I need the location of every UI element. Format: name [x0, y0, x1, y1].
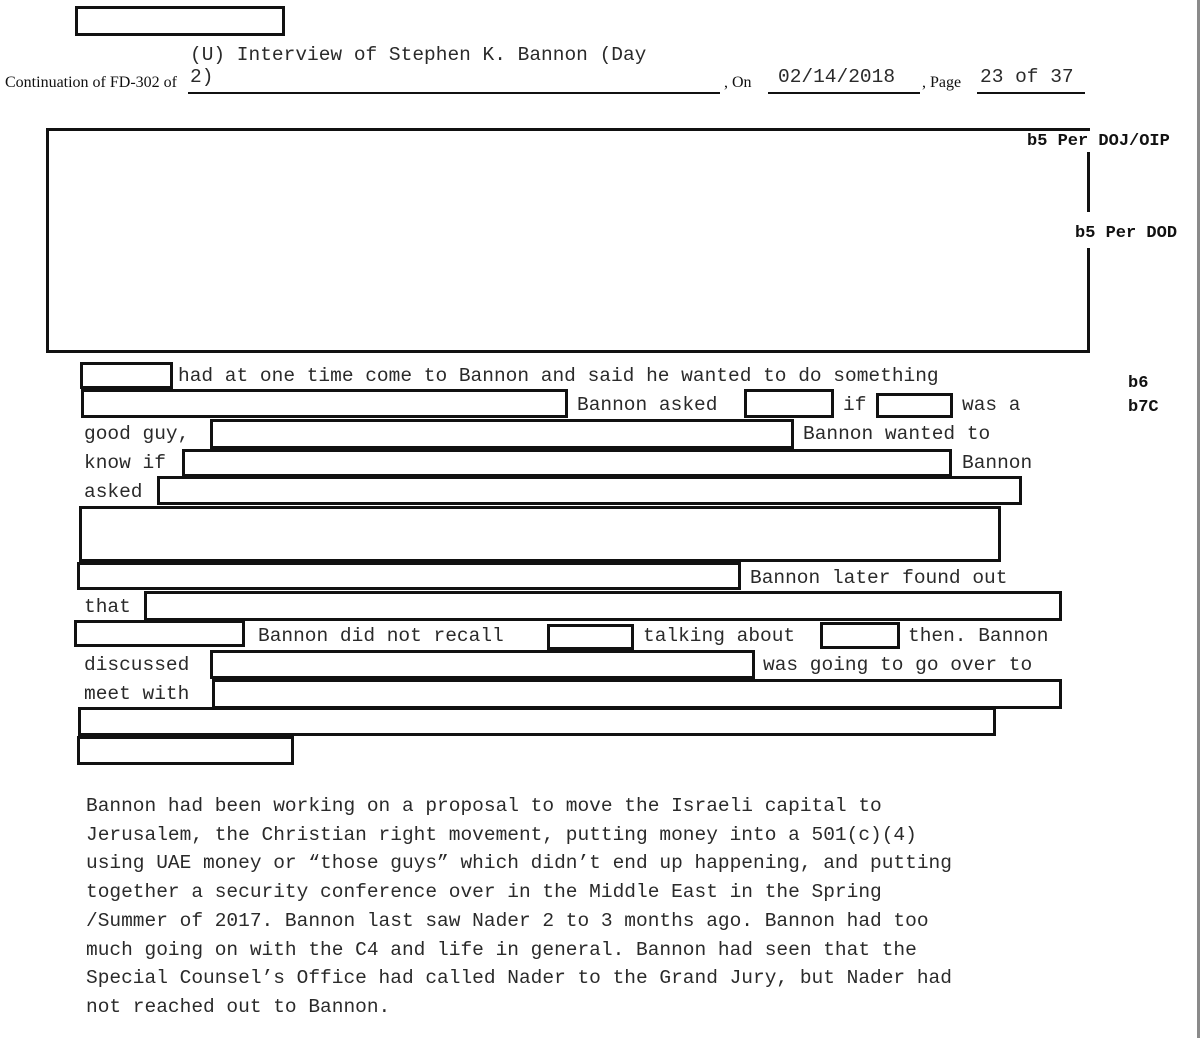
- redaction-box: [182, 449, 952, 477]
- redaction-box: [157, 476, 1022, 505]
- redaction-box: [547, 624, 634, 650]
- redaction-box: [78, 707, 996, 736]
- redaction-box: [210, 419, 794, 449]
- redaction-box: [876, 393, 953, 418]
- redaction-box: [210, 650, 755, 679]
- text-line-3b: Bannon wanted to: [803, 423, 991, 445]
- text-line-3a: good guy,: [84, 423, 190, 445]
- text-line-8a: that: [84, 596, 131, 618]
- paragraph-line: much going on with the C4 and life in ge…: [86, 938, 917, 961]
- redaction-box: [744, 389, 834, 418]
- interview-date: 02/14/2018: [778, 66, 896, 88]
- paragraph-line: Special Counsel’s Office had called Nade…: [86, 967, 952, 990]
- text-line-1: had at one time come to Bannon and said …: [178, 365, 939, 387]
- exemption-b5-doj: b5 Per DOJ/OIP: [1027, 132, 1170, 151]
- redaction-box-right-edge-upper: [1087, 152, 1090, 212]
- text-line-5a: asked: [84, 481, 143, 503]
- text-line-7a: Bannon later found out: [750, 567, 1008, 589]
- exemption-b5-dod: b5 Per DOD: [1075, 224, 1178, 243]
- body-paragraph: Bannon had been working on a proposal to…: [86, 792, 1086, 1022]
- redaction-box: [74, 620, 245, 647]
- subject-underline: [188, 92, 720, 94]
- page-underline: [977, 92, 1085, 94]
- text-line-2c: was a: [962, 394, 1021, 416]
- text-line-2a: Bannon asked: [577, 394, 718, 416]
- redaction-box: [80, 362, 173, 389]
- paragraph-line: Bannon had been working on a proposal to…: [86, 795, 882, 817]
- form-label: Continuation of FD-302 of: [5, 74, 177, 91]
- text-line-2b: if: [843, 394, 867, 416]
- subject-line-1: (U) Interview of Stephen K. Bannon (Day: [190, 44, 647, 66]
- paragraph-line: Jerusalem, the Christian right movement,…: [86, 823, 917, 846]
- redaction-box: [77, 736, 294, 765]
- date-underline: [768, 92, 920, 94]
- paragraph-line: /Summer of 2017. Bannon last saw Nader 2…: [86, 909, 929, 932]
- exemption-b6: b6: [1128, 374, 1149, 393]
- subject-line-2: 2): [190, 66, 214, 88]
- paragraph-line: together a security conference over in t…: [86, 881, 882, 904]
- large-redaction-box: [46, 128, 1090, 353]
- redaction-box: [81, 389, 568, 418]
- text-line-4a: know if: [84, 452, 166, 474]
- redaction-box: [820, 622, 900, 649]
- redaction-box: [144, 591, 1062, 621]
- paragraph-line: not reached out to Bannon.: [86, 995, 391, 1018]
- page-number: 23 of 37: [980, 66, 1074, 88]
- redaction-box-header: [75, 6, 285, 36]
- text-line-9b: talking about: [643, 625, 796, 647]
- on-label: , On: [724, 74, 752, 91]
- paragraph-line: using UAE money or “those guys” which di…: [86, 852, 952, 875]
- redaction-box: [212, 679, 1062, 709]
- text-line-10a: discussed: [84, 654, 190, 676]
- text-line-10b: was going to go over to: [763, 654, 1033, 676]
- redaction-box: [79, 506, 1001, 562]
- redaction-box-right-edge-lower: [1087, 248, 1090, 353]
- text-line-9c: then. Bannon: [908, 625, 1049, 647]
- text-line-9a: Bannon did not recall: [258, 625, 504, 647]
- text-line-11a: meet with: [84, 683, 190, 705]
- exemption-b7c: b7C: [1128, 398, 1159, 417]
- page-label: , Page: [922, 74, 962, 91]
- redaction-box: [77, 562, 741, 590]
- text-line-4b: Bannon: [962, 452, 1033, 474]
